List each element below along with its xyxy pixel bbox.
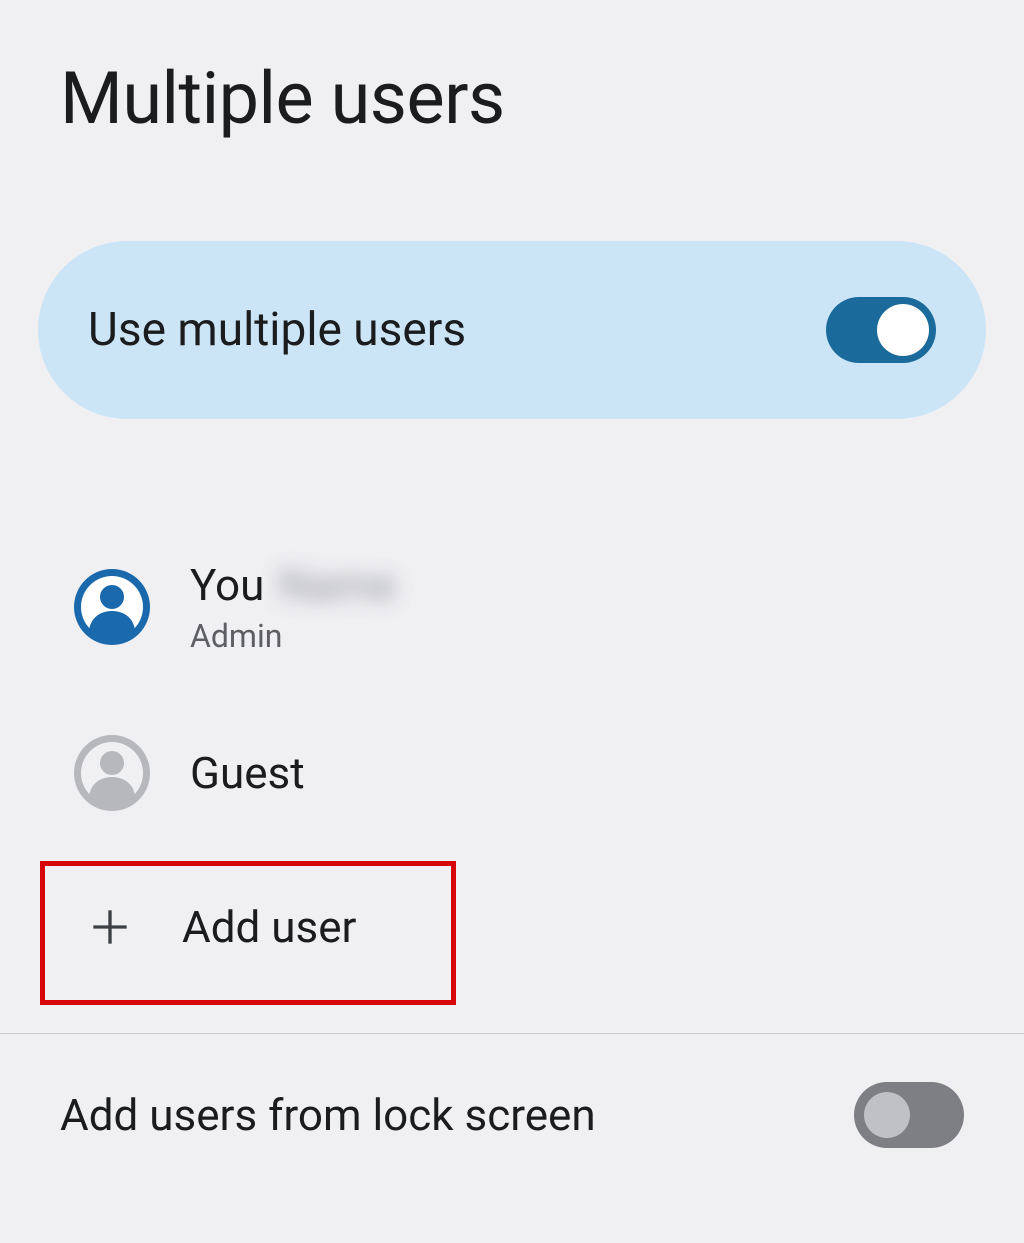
user-row-you[interactable]: You Name Admin [38, 519, 986, 695]
user-list: You Name Admin Guest [0, 519, 1024, 993]
add-users-lock-screen-toggle[interactable] [854, 1082, 964, 1148]
use-multiple-users-card: Use multiple users [38, 241, 986, 419]
add-users-lock-screen-label: Add users from lock screen [60, 1089, 596, 1141]
user-row-guest[interactable]: Guest [38, 695, 986, 851]
avatar-icon [74, 735, 150, 811]
use-multiple-users-toggle[interactable] [826, 297, 936, 363]
user-guest-title: Guest [190, 747, 305, 799]
use-multiple-users-label: Use multiple users [88, 303, 466, 357]
plus-icon [86, 903, 134, 951]
add-user-button[interactable]: Add user [38, 861, 986, 993]
user-you-name-redacted: Name [278, 559, 395, 611]
add-users-lock-screen-row: Add users from lock screen [0, 1034, 1024, 1196]
user-you-subtitle: Admin [190, 617, 396, 655]
page-title: Multiple users [0, 0, 1024, 241]
user-you-title: You [190, 559, 264, 611]
add-user-label: Add user [182, 901, 356, 953]
avatar-icon [74, 569, 150, 645]
